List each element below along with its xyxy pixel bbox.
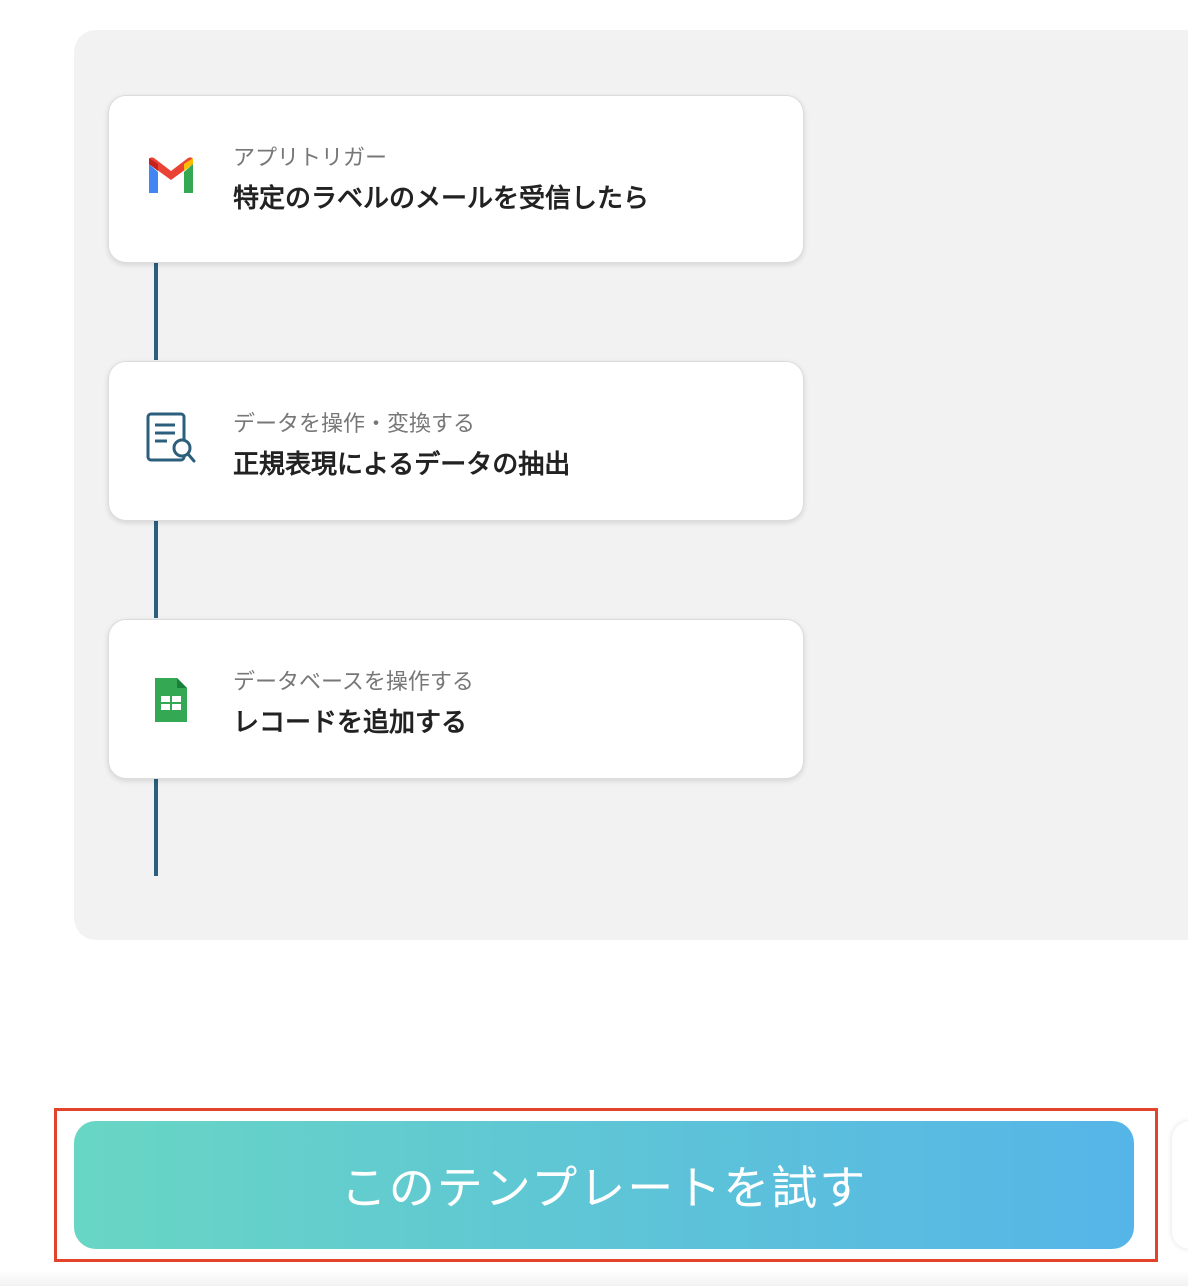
step-category: データを操作・変換する (233, 412, 476, 437)
step-category: データベースを操作する (233, 670, 474, 695)
google-sheets-icon (145, 674, 197, 726)
adjacent-card-edge (1172, 1121, 1188, 1249)
bottom-fade (0, 1270, 1188, 1286)
flow-connector (154, 262, 158, 360)
step-card-gmail-trigger[interactable]: アプリトリガー 特定のラベルのメールを受信したら (108, 95, 804, 263)
step-title: 正規表現によるデータの抽出 (233, 450, 571, 480)
gmail-icon (145, 150, 197, 202)
step-category: アプリトリガー (233, 146, 388, 171)
document-search-icon (145, 412, 197, 464)
try-template-button[interactable]: このテンプレートを試す (74, 1121, 1134, 1249)
step-card-add-record[interactable]: データベースを操作する レコードを追加する (108, 619, 804, 779)
step-title: レコードを追加する (233, 708, 468, 738)
flow-connector (154, 778, 158, 876)
flow-connector (154, 520, 158, 618)
step-title: 特定のラベルのメールを受信したら (233, 184, 650, 214)
step-card-regex-extract[interactable]: データを操作・変換する 正規表現によるデータの抽出 (108, 361, 804, 521)
